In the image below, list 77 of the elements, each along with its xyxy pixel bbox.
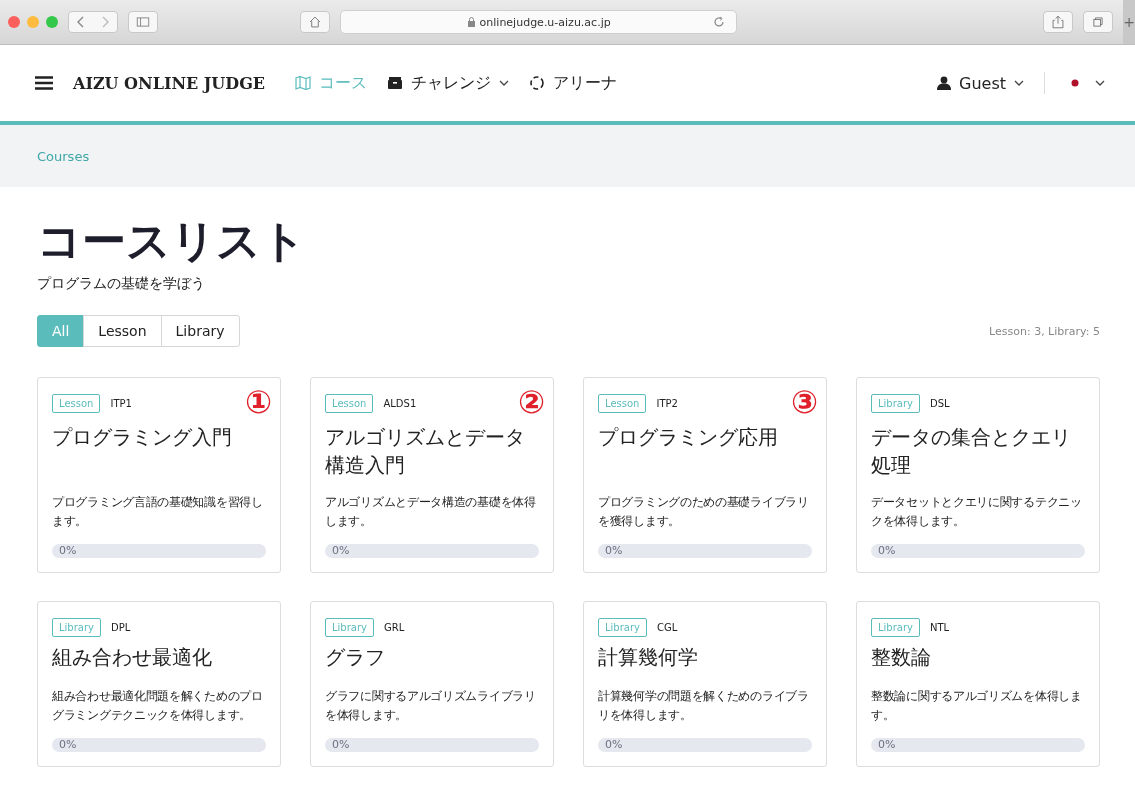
course-title: 組み合わせ最適化 bbox=[52, 644, 213, 672]
course-code: ALDS1 bbox=[383, 398, 417, 410]
chevron-icon bbox=[1095, 80, 1105, 86]
progress-label: 0% bbox=[332, 544, 350, 559]
page-subtitle: プログラムの基礎を学ぼう bbox=[37, 275, 206, 294]
course-tag: Library bbox=[598, 618, 647, 638]
course-code: ITP1 bbox=[110, 398, 132, 410]
progress-label: 0% bbox=[878, 738, 896, 753]
course-card[interactable]: Library DSL データの集合とクエリ処理 データセットとクエリに関するテクニックを体得します。 0% bbox=[856, 377, 1100, 574]
course-card[interactable]: Lesson ITP2 ③ プログラミング応用 プログラミングのための基礎ライブラリを獲得します。 0% bbox=[583, 377, 827, 574]
nav-link[interactable]: アリーナ bbox=[529, 72, 618, 94]
course-tag: Library bbox=[325, 618, 374, 638]
course-title: 整数論 bbox=[871, 644, 932, 672]
course-card[interactable]: Library CGL 計算幾何学 計算幾何学の問題を解くためのライブラリを体得します。 0% bbox=[583, 601, 827, 768]
progress-label: 0% bbox=[59, 738, 77, 753]
course-title: アルゴリズムとデータ構造入門 bbox=[325, 424, 526, 480]
user-icon bbox=[937, 76, 951, 90]
course-description: データセットとクエリに関するテクニックを体得します。 bbox=[871, 494, 1083, 530]
map-icon bbox=[295, 76, 312, 90]
home-icon[interactable] bbox=[300, 11, 330, 33]
course-card[interactable]: Lesson ITP1 ① プログラミング入門 プログラミング言語の基礎知識を習得します。 0% bbox=[37, 377, 281, 574]
course-description: プログラミングのための基礎ライブラリを獲得します。 bbox=[598, 494, 810, 530]
filter-tab[interactable]: Lesson bbox=[83, 315, 162, 348]
course-tag: Library bbox=[871, 394, 920, 414]
progress-label: 0% bbox=[605, 544, 623, 559]
course-tag: Library bbox=[52, 618, 101, 638]
course-title: データの集合とクエリ処理 bbox=[871, 424, 1072, 480]
course-code: DSL bbox=[929, 398, 950, 410]
course-card[interactable]: Library DPL 組み合わせ最適化 組み合わせ最適化問題を解くためのプログラミングテクニックを体得します。 0% bbox=[37, 601, 281, 768]
site-logo[interactable]: AIZU ONLINE JUDGE bbox=[73, 73, 266, 93]
course-description: 組み合わせ最適化問題を解くためのプログラミングテクニックを体得します。 bbox=[52, 688, 264, 724]
course-description: 計算幾何学の問題を解くためのライブラリを体得します。 bbox=[598, 688, 810, 724]
course-tag: Lesson bbox=[325, 394, 374, 414]
share-icon[interactable] bbox=[1043, 11, 1074, 33]
close-window-icon[interactable] bbox=[8, 16, 20, 28]
filter-tab[interactable]: Library bbox=[160, 315, 240, 348]
briefcase-icon bbox=[387, 76, 404, 90]
reload-icon[interactable] bbox=[712, 15, 727, 29]
progress-label: 0% bbox=[878, 544, 896, 559]
course-card[interactable]: Library NTL 整数論 整数論に関するアルゴリズムを体得します。 0% bbox=[856, 601, 1100, 768]
zoom-window-icon[interactable] bbox=[46, 16, 58, 28]
menu-icon[interactable] bbox=[35, 76, 53, 90]
course-code: CGL bbox=[656, 622, 678, 634]
course-tag: Lesson bbox=[52, 394, 101, 414]
chevron-icon bbox=[1014, 80, 1024, 86]
course-tag: Library bbox=[871, 618, 920, 638]
course-code: NTL bbox=[929, 622, 950, 634]
nav-link[interactable]: チャレンジ bbox=[387, 72, 510, 94]
course-title: プログラミング応用 bbox=[598, 424, 779, 452]
number-annotation: ③ bbox=[790, 386, 818, 419]
course-description: 整数論に関するアルゴリズムを体得します。 bbox=[871, 688, 1083, 724]
lock-icon bbox=[466, 17, 476, 27]
course-description: プログラミング言語の基礎知識を習得します。 bbox=[52, 494, 264, 530]
course-count: Lesson: 3, Library: 5 bbox=[989, 324, 1100, 338]
course-card[interactable]: Lesson ALDS1 ② アルゴリズムとデータ構造入門 アルゴリズムとデータ構造の基礎を体得します。 0% bbox=[310, 377, 554, 574]
sidebar-icon[interactable] bbox=[128, 11, 158, 33]
course-title: 計算幾何学 bbox=[598, 644, 699, 672]
number-annotation: ① bbox=[244, 386, 272, 419]
number-annotation: ② bbox=[517, 386, 545, 419]
minimize-window-icon[interactable] bbox=[27, 16, 39, 28]
tabs-icon[interactable] bbox=[1083, 11, 1114, 33]
user-menu[interactable]: Guest bbox=[937, 73, 1024, 93]
course-description: グラフに関するアルゴリズムライブラリを体得します。 bbox=[325, 688, 537, 724]
course-code: DPL bbox=[110, 622, 131, 634]
course-description: アルゴリズムとデータ構造の基礎を体得します。 bbox=[325, 494, 537, 530]
course-code: GRL bbox=[383, 622, 405, 634]
course-title: グラフ bbox=[325, 644, 386, 672]
page-title: コースリスト bbox=[37, 217, 307, 266]
address-bar[interactable]: onlinejudge.u-aizu.ac.jp bbox=[340, 10, 738, 34]
dashed-circle-icon bbox=[529, 75, 546, 91]
course-card[interactable]: Library GRL グラフ グラフに関するアルゴリズムライブラリを体得します。 0% bbox=[310, 601, 554, 768]
progress-label: 0% bbox=[332, 738, 350, 753]
progress-label: 0% bbox=[605, 738, 623, 753]
course-title: プログラミング入門 bbox=[52, 424, 233, 452]
course-code: ITP2 bbox=[656, 398, 678, 410]
course-tag: Lesson bbox=[598, 394, 647, 414]
progress-label: 0% bbox=[59, 544, 77, 559]
